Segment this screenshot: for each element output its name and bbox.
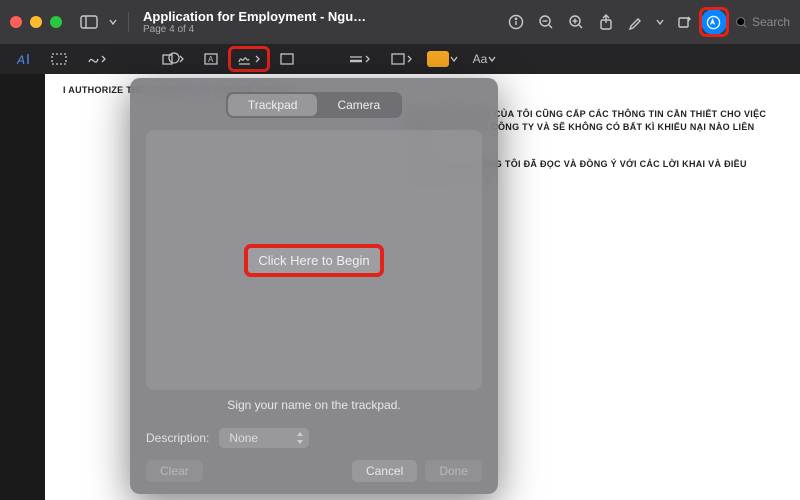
border-color-tool[interactable] [382,48,420,70]
description-popup[interactable]: None [219,428,309,448]
svg-text:A: A [17,53,25,66]
begin-signature-button[interactable]: Click Here to Begin [248,248,379,273]
tab-camera[interactable]: Camera [317,94,400,116]
shapes-tool[interactable] [154,48,192,70]
zoom-in-button[interactable] [563,9,589,35]
info-button[interactable] [503,9,529,35]
signature-sheet: Trackpad Camera Click Here to Begin Sign… [130,78,498,494]
title-block: Application for Employment - Nguyen Le..… [143,9,373,35]
clear-button[interactable]: Clear [146,460,203,482]
markup-icon [701,9,727,35]
done-button[interactable]: Done [425,460,482,482]
document-title: Application for Employment - Nguyen Le..… [143,9,373,24]
search-placeholder: Search [752,15,790,29]
sign-tool[interactable] [230,48,268,70]
fill-color-tool[interactable] [424,48,462,70]
zoom-window-button[interactable] [50,16,62,28]
signature-instruction: Sign your name on the trackpad. [146,398,482,412]
separator [128,12,129,32]
window-titlebar: Application for Employment - Nguyen Le..… [0,0,800,44]
text-style-tool[interactable]: Aa [466,48,504,70]
note-tool[interactable] [272,48,302,70]
description-label: Description: [146,431,209,445]
rotate-button[interactable] [671,9,697,35]
signature-source-tabs: Trackpad Camera [226,92,402,118]
highlight-menu-chevron[interactable] [653,9,667,35]
search-field[interactable]: Search [735,15,790,29]
thumbnail-sidebar[interactable] [0,74,45,500]
text-tool[interactable]: A [196,48,226,70]
text-select-tool[interactable]: A [10,48,40,70]
tab-trackpad[interactable]: Trackpad [228,94,318,116]
rect-select-tool[interactable] [44,48,74,70]
sidebar-toggle-button[interactable] [76,9,102,35]
text-style-label: Aa [473,52,488,66]
minimize-window-button[interactable] [30,16,42,28]
svg-text:A: A [208,55,214,64]
markup-toolbar: A A Aa [0,44,800,74]
share-button[interactable] [593,9,619,35]
cancel-button[interactable]: Cancel [352,460,417,482]
window-controls [10,16,62,28]
markup-toggle-button[interactable] [701,9,727,35]
highlight-button[interactable] [623,9,649,35]
search-icon [735,16,748,29]
sketch-tool[interactable] [78,48,116,70]
signature-canvas[interactable]: Click Here to Begin [146,130,482,390]
border-style-tool[interactable] [340,48,378,70]
zoom-out-button[interactable] [533,9,559,35]
description-value: None [229,431,258,445]
fill-color-swatch [427,51,449,67]
sidebar-menu-chevron[interactable] [106,9,120,35]
close-window-button[interactable] [10,16,22,28]
page-indicator: Page 4 of 4 [143,24,373,35]
